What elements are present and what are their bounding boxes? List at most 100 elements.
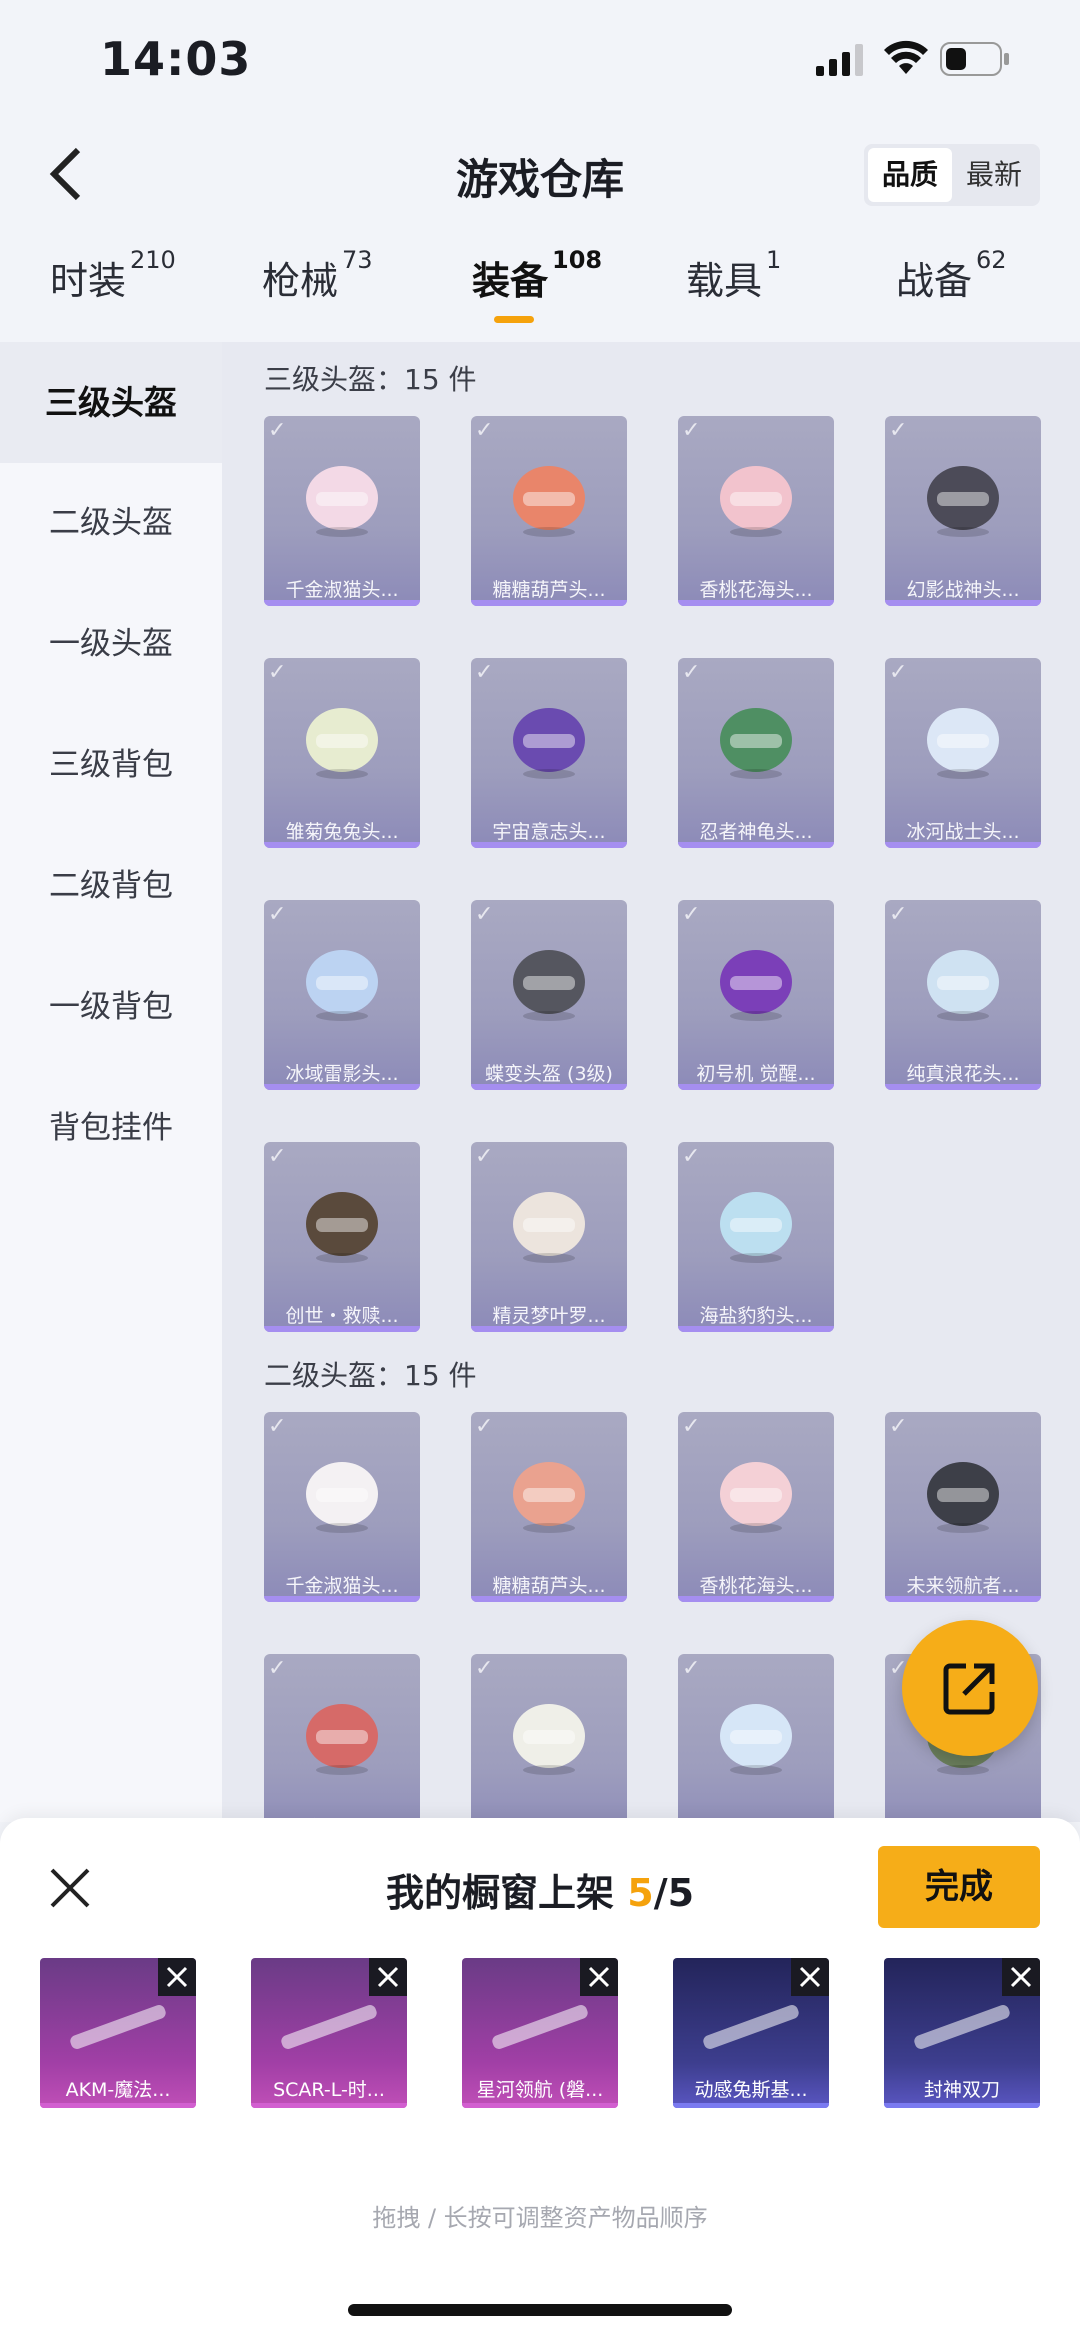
item-tile[interactable]: ✓ 糖糖葫芦头... xyxy=(471,416,627,606)
helmet-icon xyxy=(513,950,585,1021)
helmet-icon xyxy=(513,1192,585,1263)
item-tile[interactable]: ✓ 千金淑猫头... xyxy=(264,416,420,606)
item-tile[interactable]: ✓ 海盐豹豹头... xyxy=(678,1142,834,1332)
helmet-icon xyxy=(306,1462,378,1533)
sidebar-item-level3-helmet[interactable]: 三级头盔 xyxy=(0,342,222,463)
item-name: 精灵梦叶罗... xyxy=(492,1305,606,1327)
reorder-hint: 拖拽 / 长按可调整资产物品顺序 xyxy=(372,2204,708,2232)
checkmark-icon: ✓ xyxy=(268,418,287,443)
tab-label: 枪械 xyxy=(262,259,339,303)
sort-quality-button[interactable]: 品质 xyxy=(868,148,952,202)
item-tile[interactable]: ✓ 糖糖葫芦头... xyxy=(471,1412,627,1602)
shelf-item[interactable]: 星河领航 (磐... xyxy=(462,1958,618,2108)
item-name: 创世・救赎... xyxy=(285,1305,399,1327)
item-tile[interactable]: ✓ 初号机 觉醒... xyxy=(678,900,834,1090)
tab-fashion[interactable]: 时装 210 xyxy=(50,246,176,305)
item-name: 糖糖葫芦头... xyxy=(492,579,606,601)
checkmark-icon: ✓ xyxy=(682,1144,701,1169)
item-name: 海盐豹豹头... xyxy=(699,1305,813,1327)
helmet-icon xyxy=(720,708,792,779)
item-tile[interactable]: ✓ 冰河战士头... xyxy=(885,658,1041,848)
item-name: 雏菊兔兔头... xyxy=(285,821,399,843)
sidebar-item-level2-helmet[interactable]: 二级头盔 xyxy=(0,463,222,584)
tab-vehicles[interactable]: 载具 1 xyxy=(686,246,781,305)
checkmark-icon: ✓ xyxy=(682,1414,701,1439)
tab-supplies[interactable]: 战备 62 xyxy=(896,246,1007,305)
item-artwork-icon xyxy=(703,2005,799,2049)
item-tile[interactable]: ✓ 纯真浪花头... xyxy=(885,900,1041,1090)
item-tile[interactable]: ✓ 忍者神龟头... xyxy=(678,658,834,848)
item-tile[interactable]: ✓雏菊兔兔头... xyxy=(471,1654,627,1822)
shelf-item-label: 动感兔斯基... xyxy=(694,2079,808,2101)
helmet-icon xyxy=(306,1192,378,1263)
sidebar-item-level3-backpack[interactable]: 三级背包 xyxy=(0,705,222,826)
item-name: 蝶变头盔 (3级) xyxy=(485,1063,613,1085)
shelf-item[interactable]: 封神双刀 xyxy=(884,1958,1040,2108)
checkmark-icon: ✓ xyxy=(475,660,494,685)
checkmark-icon: ✓ xyxy=(268,1144,287,1169)
done-button[interactable]: 完成 xyxy=(878,1846,1040,1928)
item-tile[interactable]: ✓ 创世・救赎... xyxy=(264,1142,420,1332)
helmet-icon xyxy=(720,466,792,537)
checkmark-icon: ✓ xyxy=(268,1414,287,1439)
item-name: 千金淑猫头... xyxy=(285,1575,399,1597)
sort-newest-button[interactable]: 最新 xyxy=(952,148,1036,202)
helmet-icon xyxy=(513,708,585,779)
status-time: 14:03 xyxy=(100,32,252,86)
item-name: 香桃花海头... xyxy=(699,579,813,601)
tab-count: 108 xyxy=(552,246,603,274)
item-name: 宇宙意志头... xyxy=(492,821,606,843)
item-tile[interactable]: ✓ 宇宙意志头... xyxy=(471,658,627,848)
item-tile[interactable]: ✓ 千金淑猫头... xyxy=(264,1412,420,1602)
item-tile[interactable]: ✓ 蝶变头盔 (3级) xyxy=(471,900,627,1090)
sidebar-item-backpack-charm[interactable]: 背包挂件 xyxy=(0,1068,222,1189)
sidebar-item-level2-backpack[interactable]: 二级背包 xyxy=(0,826,222,947)
section-title: 三级头盔：15 件 xyxy=(264,363,477,396)
share-button[interactable] xyxy=(902,1620,1038,1756)
item-name: 糖糖葫芦头... xyxy=(492,1575,606,1597)
tab-equipment[interactable]: 装备 108 xyxy=(472,246,602,323)
item-name: 冰河战士头... xyxy=(906,821,1020,843)
shelf-total-count: /5 xyxy=(653,1871,695,1915)
checkmark-icon: ✓ xyxy=(889,902,908,927)
sidebar-item-level1-backpack[interactable]: 一级背包 xyxy=(0,947,222,1068)
helmet-icon xyxy=(720,1704,792,1775)
checkmark-icon: ✓ xyxy=(475,1144,494,1169)
helmet-icon xyxy=(513,1462,585,1533)
tab-count: 62 xyxy=(976,246,1007,274)
item-tile[interactable]: ✓极地统者头... xyxy=(678,1654,834,1822)
tab-label: 时装 xyxy=(50,259,127,303)
item-name: 香桃花海头... xyxy=(699,1575,813,1597)
item-tile[interactable]: ✓ 精灵梦叶罗... xyxy=(471,1142,627,1332)
checkmark-icon: ✓ xyxy=(268,1656,287,1681)
tab-count: 73 xyxy=(342,246,373,274)
tab-firearms[interactable]: 枪械 73 xyxy=(262,246,373,305)
item-tile[interactable]: ✓ 冰域雷影头... xyxy=(264,900,420,1090)
helmet-icon xyxy=(720,950,792,1021)
tab-label: 战备 xyxy=(896,259,973,303)
tab-label: 装备 xyxy=(472,259,549,303)
helmet-icon xyxy=(306,1704,378,1775)
item-tile[interactable]: ✓赏金...狂花... xyxy=(264,1654,420,1822)
tab-label: 载具 xyxy=(686,259,763,303)
shelf-item[interactable]: 6AKM-魔法... xyxy=(40,1958,196,2108)
shelf-item[interactable]: 3SCAR-L-时... xyxy=(251,1958,407,2108)
shelf-item-label: 星河领航 (磐... xyxy=(476,2079,604,2101)
tab-count: 210 xyxy=(130,246,176,274)
item-artwork-icon xyxy=(70,2005,166,2049)
helmet-icon xyxy=(720,1462,792,1533)
sidebar-item-level1-helmet[interactable]: 一级头盔 xyxy=(0,584,222,705)
checkmark-icon: ✓ xyxy=(682,418,701,443)
helmet-icon xyxy=(720,1192,792,1263)
item-name: 纯真浪花头... xyxy=(906,1063,1020,1085)
cellular-signal-icon xyxy=(816,44,863,76)
item-tile[interactable]: ✓ 香桃花海头... xyxy=(678,1412,834,1602)
battery-icon xyxy=(940,42,1009,76)
item-tile[interactable]: ✓ 香桃花海头... xyxy=(678,416,834,606)
item-tile[interactable]: ✓雏菊兔兔头... xyxy=(264,658,420,848)
shelf-item[interactable]: 动感兔斯基... xyxy=(673,1958,829,2108)
item-name: 幻影战神头... xyxy=(906,579,1020,601)
item-tile[interactable]: ✓ 未来领航者... xyxy=(885,1412,1041,1602)
item-tile[interactable]: ✓ 幻影战神头... xyxy=(885,416,1041,606)
shelf-item-label: AKM-魔法... xyxy=(65,2079,171,2101)
